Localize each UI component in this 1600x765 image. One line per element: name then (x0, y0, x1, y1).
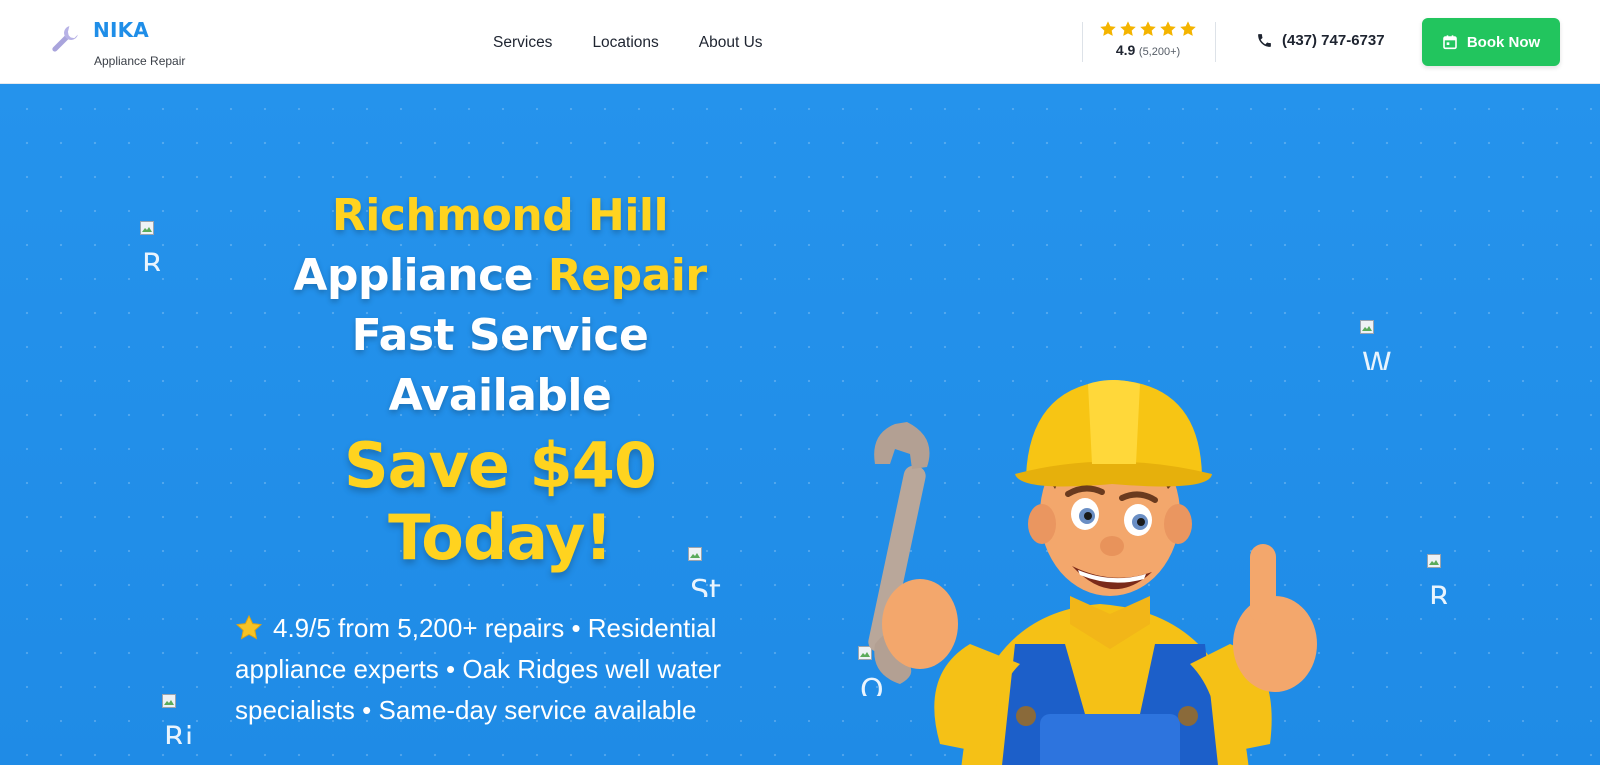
header-divider (1215, 22, 1216, 62)
nav-item-services[interactable]: Services (493, 34, 552, 52)
broken-image: R (1427, 554, 1487, 604)
broken-image-icon (162, 694, 176, 708)
rating-text: 4.9 (5,200+) (1098, 42, 1198, 58)
phone-icon (1258, 34, 1271, 47)
hero-title-repair: Repair (547, 250, 707, 301)
hero-description-text: 4.9/5 from 5,200+ repairs • Residential … (235, 613, 722, 725)
hero-title-fast-service: Fast Service (351, 310, 649, 361)
broken-image-icon (140, 221, 154, 235)
broken-image-alt: R (1429, 581, 1450, 605)
main-nav: Services Locations About Us (493, 34, 763, 52)
hero-description: 4.9/5 from 5,200+ repairs • Residential … (235, 608, 775, 731)
star-icon (1140, 21, 1156, 36)
header-divider (1082, 22, 1083, 62)
hero-offer-amount: Save $40 (344, 429, 657, 502)
hero-title-available: Available (388, 370, 612, 421)
nav-item-locations[interactable]: Locations (592, 34, 658, 52)
star-icon (1100, 21, 1116, 36)
broken-image-alt: Ri (164, 721, 194, 745)
hero-section: R W St R Q Ri Richmond Hill Appliance Re… (0, 84, 1600, 765)
phone-number[interactable]: (437) 747-6737 (1282, 32, 1385, 49)
site-header: NIKA Appliance Repair Services Locations… (0, 0, 1600, 84)
repairman-mascot-icon (868, 380, 1317, 765)
nav-item-about-us[interactable]: About Us (699, 34, 763, 52)
rating-count: (5,200+) (1138, 46, 1181, 58)
star-icon (1160, 21, 1176, 36)
hero-title: Richmond Hill Appliance Repair Fast Serv… (250, 186, 750, 426)
star-icon (1180, 21, 1196, 36)
phone-link[interactable]: (437) 747-6737 (1256, 32, 1385, 49)
broken-image-icon (1427, 554, 1441, 568)
rating-stars (1098, 20, 1198, 38)
brand-tagline: Appliance Repair (94, 54, 186, 68)
broken-image: Ri (162, 694, 222, 744)
star-emoji-icon (235, 614, 263, 640)
wrench-icon[interactable] (46, 24, 80, 58)
broken-image-icon (1360, 320, 1374, 334)
broken-image: R (140, 221, 200, 271)
rating-summary: 4.9 (5,200+) (1098, 20, 1198, 58)
hero-offer-today: Today! (388, 501, 613, 574)
hero-title-line2: Appliance Repair (250, 246, 750, 306)
star-icon (1120, 21, 1136, 36)
hero-title-appliance: Appliance (293, 250, 548, 301)
book-now-label: Book Now (1466, 33, 1541, 51)
broken-image: W (1360, 320, 1420, 370)
broken-image-alt: R (142, 248, 163, 272)
rating-value: 4.9 (1115, 42, 1136, 58)
broken-image-alt: St (690, 574, 721, 598)
hero-title-city: Richmond Hill (331, 190, 669, 241)
calendar-icon (1443, 35, 1457, 50)
brand-name[interactable]: NIKA (93, 18, 149, 42)
book-now-button[interactable]: Book Now (1422, 18, 1560, 66)
hero-offer: Save $40 Today! (250, 430, 750, 574)
broken-image-alt: W (1362, 347, 1392, 371)
